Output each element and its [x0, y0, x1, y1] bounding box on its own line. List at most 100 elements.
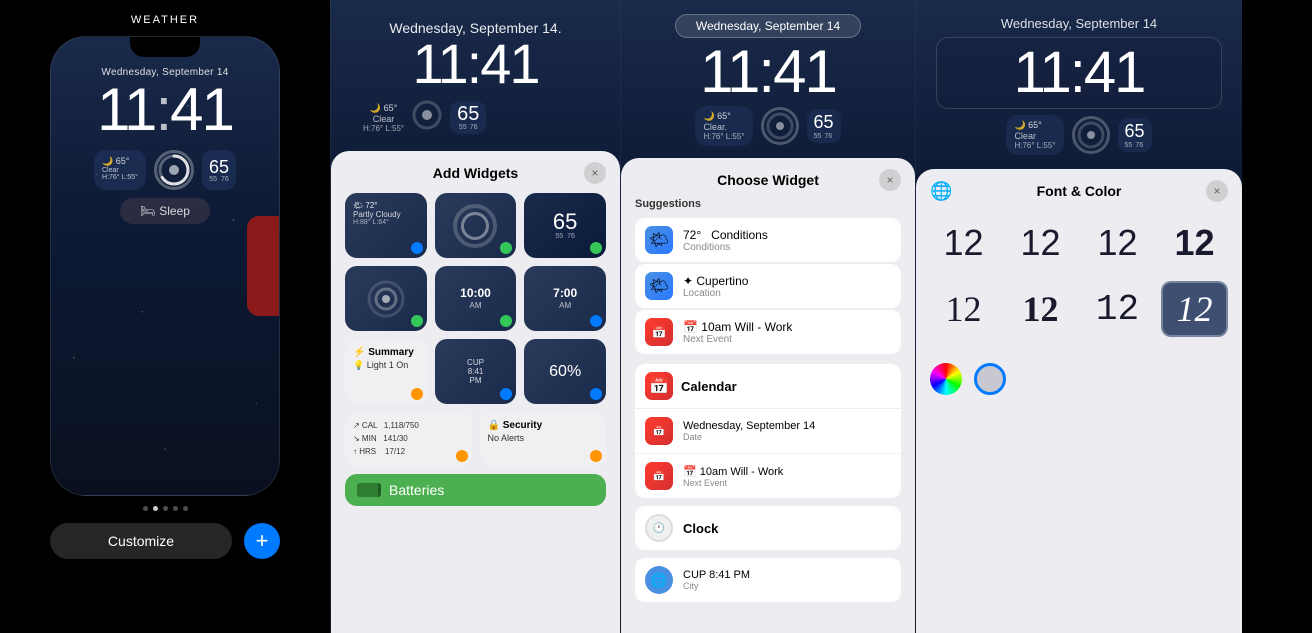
cupertino-sub: Location: [683, 288, 891, 299]
aw-clock1-ampm: AM: [469, 301, 481, 310]
cal-date-main: Wednesday, September 14: [683, 420, 815, 432]
aw-clock2-time: 7:00: [553, 287, 577, 300]
suggestion-conditions[interactable]: 🌤 72° Conditions Conditions: [635, 218, 901, 262]
aw-clock1-time: 10:00: [460, 287, 491, 300]
p3-lockscreen: Wednesday, September 14 11:41 🌙 65° Clea…: [621, 0, 915, 150]
p3-weather-line1: 🌙 65°: [703, 111, 744, 122]
font-sample-mono[interactable]: 12: [1084, 281, 1151, 337]
phone-content: Wednesday, September 14 11:41 🌙 65° Clea…: [51, 67, 279, 224]
conditions-text: 72° Conditions Conditions: [683, 228, 891, 253]
suggestion-event[interactable]: 📅 📅 10am Will - Work Next Event: [635, 310, 901, 354]
aw-summary-title: ⚡ Summary: [353, 347, 419, 358]
sleep-button[interactable]: 🛏 Sleep: [120, 198, 210, 224]
color-swatches: [930, 353, 1228, 395]
add-widgets-close[interactable]: ×: [584, 162, 606, 184]
aw-row2b: ⚡ Summary 💡 Light 1 On CUP8:41PM 60%: [345, 339, 606, 404]
aw-row3: ↗ CAL 1,118/750↘ MIN 141/30↑ HRS 17/12 🔒…: [345, 412, 606, 466]
cal-event-main: 📅 10am Will - Work: [683, 465, 783, 478]
clock-section-row[interactable]: 🕐 Clock: [635, 506, 901, 550]
p4-weather-hl: H:76° L:55°: [1014, 141, 1055, 150]
event-icon: 📅: [645, 318, 673, 346]
p4-ring-widget: [1072, 116, 1110, 154]
font-sample-bold[interactable]: 12: [1161, 215, 1228, 271]
fc-close[interactable]: ×: [1206, 180, 1228, 202]
cal-date-text: Wednesday, September 14 Date: [683, 420, 815, 442]
suggestion-cupertino[interactable]: 🌤 ✦ Cupertino Location: [635, 264, 901, 308]
calendar-item-event[interactable]: 📅 📅 10am Will - Work Next Event: [635, 454, 901, 498]
conditions-sub: Conditions: [683, 242, 891, 253]
aw-cup-text: CUP8:41PM: [467, 358, 484, 385]
p3-weather-hl: H:76° L:55°: [703, 132, 744, 141]
weather-widget: 🌙 65° Clear H:76° L:55°: [94, 150, 146, 190]
calendar-items: 📅 Wednesday, September 14 Date 📅 📅 10am …: [635, 409, 901, 498]
clock-section: 🕐 Clock: [635, 506, 901, 550]
weather-moon: 🌙 65°: [102, 156, 138, 167]
batteries-label: Batteries: [389, 482, 444, 498]
customize-button[interactable]: Customize: [50, 523, 232, 559]
p3-ring-svg: [765, 111, 795, 141]
font-sample-serif-bold[interactable]: 12: [1007, 281, 1074, 337]
font-sample-thin[interactable]: 12: [930, 215, 997, 271]
p3-num-sub: 55 76: [814, 133, 834, 140]
clock-icon: 🕐: [645, 514, 673, 542]
fc-title: Font & Color: [1037, 183, 1122, 199]
cupertino-main: ✦ Cupertino: [683, 274, 891, 288]
p3-date: Wednesday, September 14: [675, 14, 861, 38]
font-grid: 12 12 12 12 12 12 12 12: [930, 215, 1228, 337]
p2-ring-svg: [410, 98, 444, 132]
cup-main: CUP 8:41 PM: [683, 569, 750, 581]
aw-target-ring: [453, 204, 497, 248]
weather-desc: Clear: [102, 167, 138, 174]
color-gradient-swatch[interactable]: [930, 363, 962, 395]
aw-cup-widget[interactable]: CUP8:41PM: [435, 339, 517, 404]
cup-section-row[interactable]: 🌐 CUP 8:41 PM City: [635, 558, 901, 602]
font-sample-light[interactable]: 12: [1007, 215, 1074, 271]
aw-percent-val: 60%: [549, 363, 581, 381]
aw-security-title: 🔒 Security: [488, 420, 599, 431]
p2-weather-widget: 🌙 65° Clear H:76° L:55°: [363, 103, 404, 133]
p4-lockscreen: Wednesday, September 14 11:41 🌙 65° Clea…: [916, 0, 1242, 161]
calendar-section-header[interactable]: 📅 Calendar: [635, 364, 901, 409]
aw-security-widget[interactable]: 🔒 Security No Alerts: [480, 412, 607, 466]
p4-weather-line1: 🌙 65°: [1014, 120, 1055, 131]
phone-frame: Wednesday, September 14 11:41 🌙 65° Clea…: [50, 36, 280, 496]
dot-3: [163, 506, 168, 511]
panel-choose-widget: Wednesday, September 14 11:41 🌙 65° Clea…: [620, 0, 915, 633]
event-sub: Next Event: [683, 334, 891, 345]
p2-time: 11:41: [347, 36, 604, 92]
font-sample-italic[interactable]: 12: [1161, 281, 1228, 337]
dot-4: [173, 506, 178, 511]
add-widgets-header: Add Widgets ×: [345, 165, 606, 181]
calendar-item-date[interactable]: 📅 Wednesday, September 14 Date: [635, 409, 901, 454]
aw-clock2-widget[interactable]: 7:00 AM: [524, 266, 606, 331]
aw-clock2-ampm: AM: [559, 301, 571, 310]
aw-percent-widget[interactable]: 60%: [524, 339, 606, 404]
aw-cal-widget[interactable]: ↗ CAL 1,118/750↘ MIN 141/30↑ HRS 17/12: [345, 412, 472, 466]
aw-number-widget[interactable]: 65 55 76: [524, 193, 606, 258]
event-text: 📅 10am Will - Work Next Event: [683, 320, 891, 345]
p3-num-big: 65: [814, 112, 834, 133]
suggestions-label: Suggestions: [635, 198, 901, 210]
aw-target-widget[interactable]: [345, 266, 427, 331]
aw-ring-widget[interactable]: [435, 193, 517, 258]
phone-notch: [130, 37, 200, 57]
cal-event-icon: 📅: [645, 462, 673, 490]
aw-weather-widget[interactable]: 🌤 72° Partly Cloudy H:88° L:64°: [345, 193, 427, 258]
font-sample-regular[interactable]: 12: [1084, 215, 1151, 271]
cw-close[interactable]: ×: [879, 169, 901, 191]
cup-section: 🌐 CUP 8:41 PM City: [635, 558, 901, 602]
aw-summary-widget[interactable]: ⚡ Summary 💡 Light 1 On: [345, 339, 427, 404]
aw-batteries-widget[interactable]: Batteries: [345, 474, 606, 506]
p4-num-sub: 55 76: [1125, 142, 1145, 149]
cupertino-text: ✦ Cupertino Location: [683, 274, 891, 299]
aw-num-sub: 55 76: [555, 233, 575, 240]
p2-weather-line2: Clear: [363, 114, 404, 124]
p2-weather-line3: H:76° L:55°: [363, 124, 404, 133]
aw-clock1-widget[interactable]: 10:00 AM: [435, 266, 517, 331]
color-gray-swatch[interactable]: [974, 363, 1006, 395]
add-button[interactable]: +: [244, 523, 280, 559]
font-sample-serif[interactable]: 12: [930, 281, 997, 337]
cup-sub: City: [683, 581, 750, 591]
add-widgets-title: Add Widgets: [433, 165, 518, 181]
battery-icon: [357, 483, 381, 497]
